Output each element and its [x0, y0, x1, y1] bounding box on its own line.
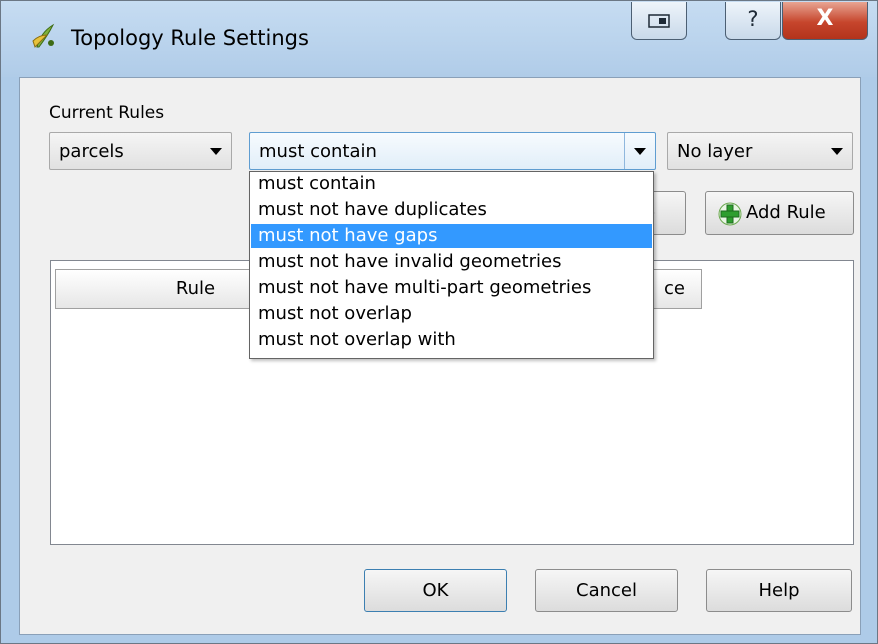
topology-rule-settings-window: Topology Rule Settings ? X Current Rules…: [0, 0, 878, 644]
close-icon: X: [816, 6, 834, 31]
dropdown-item-must-contain[interactable]: must contain: [251, 172, 652, 196]
dropdown-item-must-not-overlap-with[interactable]: must not overlap with: [251, 328, 652, 352]
add-rule-label: Add Rule: [746, 202, 826, 223]
title-bar[interactable]: Topology Rule Settings ? X: [1, 1, 877, 77]
window-title: Topology Rule Settings: [71, 26, 309, 50]
restore-button[interactable]: [631, 2, 687, 40]
chevron-down-icon[interactable]: [201, 133, 231, 169]
close-button[interactable]: X: [782, 2, 868, 40]
chevron-down-icon[interactable]: [624, 133, 655, 169]
source-layer-combo[interactable]: parcels: [49, 132, 232, 170]
column-header-tolerance-label: ce: [664, 278, 685, 299]
restore-icon: [648, 14, 670, 33]
dropdown-item-must-not-overlap[interactable]: must not overlap: [251, 302, 652, 326]
current-rules-label: Current Rules: [49, 103, 165, 123]
help-glyph: ?: [747, 7, 759, 31]
target-layer-value: No layer: [677, 141, 753, 162]
dropdown-item-must-not-have-multi-part-geometries[interactable]: must not have multi-part geometries: [251, 276, 652, 300]
rule-value: must contain: [259, 141, 377, 162]
source-layer-value: parcels: [59, 141, 124, 162]
ok-button[interactable]: OK: [364, 569, 507, 612]
chevron-down-icon[interactable]: [822, 133, 852, 169]
dropdown-item-must-not-have-duplicates[interactable]: must not have duplicates: [251, 198, 652, 222]
qgis-topology-icon: [31, 23, 57, 53]
help-title-button[interactable]: ?: [725, 2, 781, 40]
cancel-button[interactable]: Cancel: [535, 569, 678, 612]
target-layer-combo[interactable]: No layer: [667, 132, 853, 170]
rule-dropdown-list[interactable]: must contain must not have duplicates mu…: [249, 171, 654, 359]
help-button[interactable]: Help: [706, 569, 852, 612]
dropdown-item-must-not-have-gaps[interactable]: must not have gaps: [251, 224, 652, 248]
add-rule-button[interactable]: Add Rule: [705, 191, 854, 235]
rule-combo[interactable]: must contain: [249, 132, 656, 170]
add-icon: [718, 202, 742, 231]
dropdown-item-must-not-have-invalid-geometries[interactable]: must not have invalid geometries: [251, 250, 652, 274]
